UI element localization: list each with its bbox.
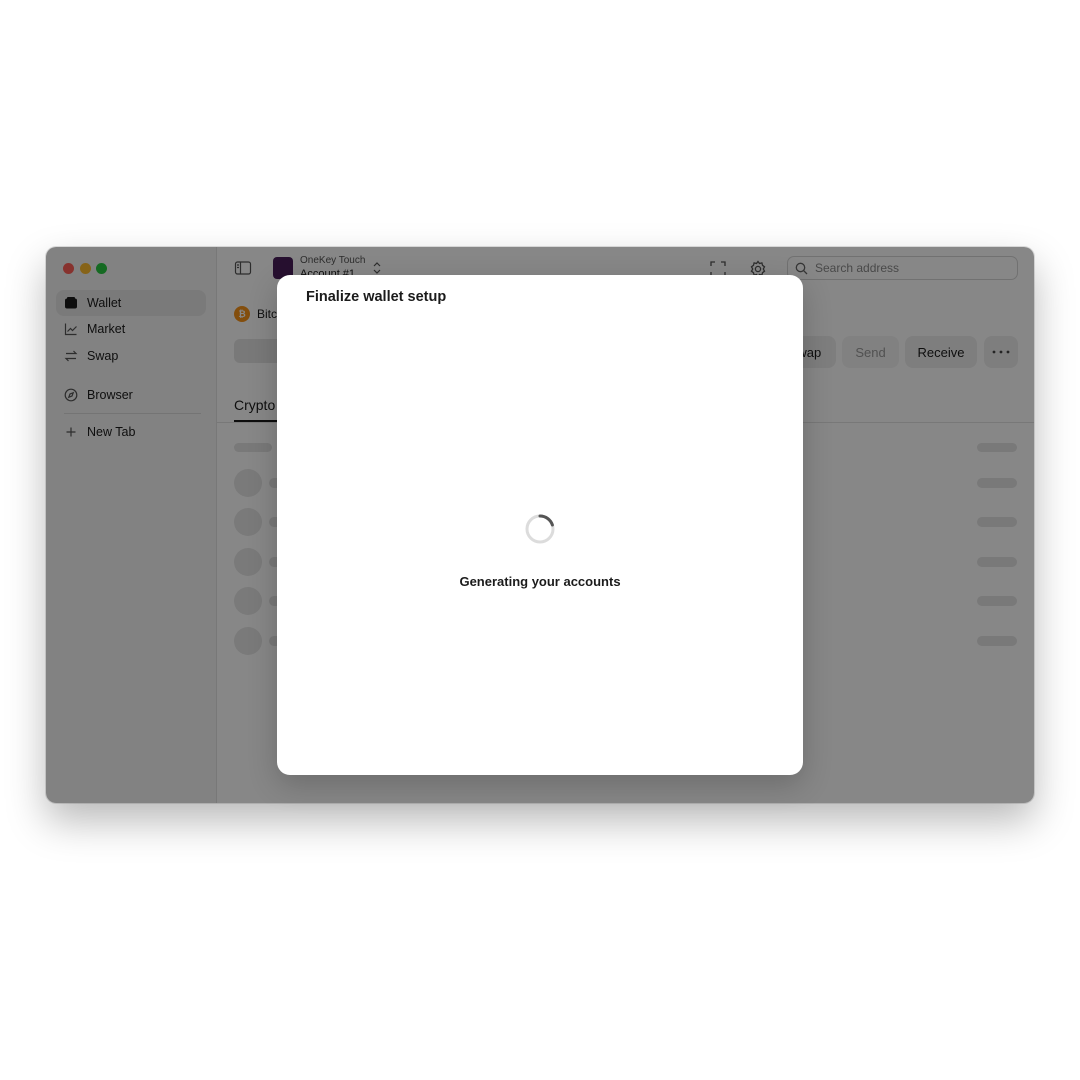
finalize-wallet-modal: Finalize wallet setup Generating your ac… <box>277 275 803 775</box>
modal-status-text: Generating your accounts <box>459 574 621 589</box>
modal-title: Finalize wallet setup <box>306 289 447 305</box>
loading-spinner-icon <box>524 513 556 545</box>
